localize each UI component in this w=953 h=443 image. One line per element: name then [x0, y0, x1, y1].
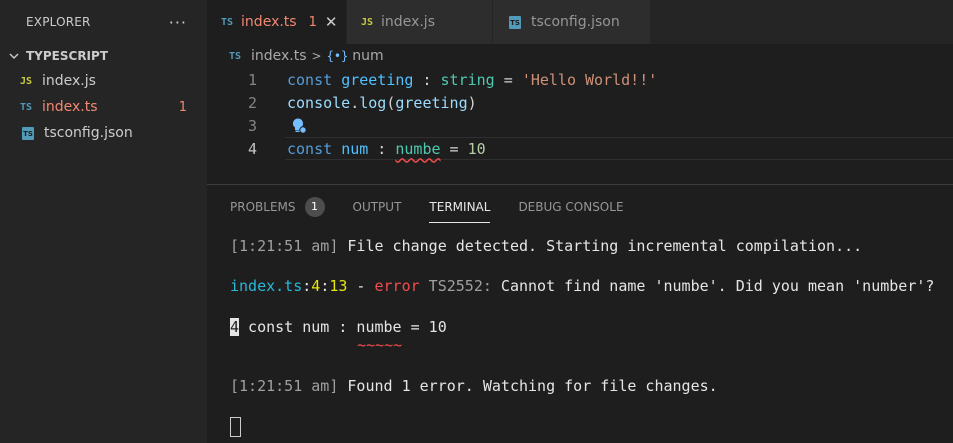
close-icon[interactable]: ✕ — [325, 13, 338, 31]
problems-count-badge: 1 — [304, 197, 325, 217]
tab-label: index.js — [381, 14, 435, 30]
line-number: 1 — [247, 70, 257, 89]
bottom-panel: PROBLEMS 1 OUTPUT TERMINAL DEBUG CONSOLE… — [207, 184, 953, 443]
tab-tsconfig[interactable]: TS tsconfig.json — [493, 0, 651, 44]
line-number: 3 — [247, 116, 257, 135]
tab-label: tsconfig.json — [531, 14, 620, 30]
line-number: 4 — [247, 139, 257, 158]
chevron-down-icon — [9, 53, 19, 59]
tsconfig-file-icon: TS — [22, 126, 34, 140]
typescript-file-icon: TS — [221, 16, 234, 28]
code-line-current: 4 const num : numbe = 10 — [207, 137, 953, 160]
error-squiggle: numbe — [395, 139, 441, 158]
code-line: 3 — [207, 114, 953, 137]
terminal-line: 4 const num : numbe = 10 — [230, 318, 447, 336]
breadcrumb-file[interactable]: index.ts — [251, 48, 307, 64]
file-item-index-js[interactable]: JS index.js — [0, 68, 207, 94]
file-item-index-ts[interactable]: TS index.ts 1 — [0, 94, 207, 120]
lightbulb-icon[interactable] — [290, 117, 308, 135]
file-item-tsconfig[interactable]: TS tsconfig.json — [0, 120, 207, 146]
tsconfig-file-icon: TS — [509, 15, 521, 29]
vscode-window: EXPLORER ··· TYPESCRIPT JS index.js TS i… — [0, 0, 953, 443]
code-text: console.log(greeting) — [287, 93, 477, 112]
terminal-line: [1:21:51 am] File change detected. Start… — [230, 237, 863, 255]
folder-label: TYPESCRIPT — [26, 49, 109, 63]
explorer-sidebar: EXPLORER ··· TYPESCRIPT JS index.js TS i… — [0, 0, 207, 443]
typescript-file-icon: TS — [229, 50, 242, 62]
terminal-cursor — [230, 417, 241, 437]
tab-terminal[interactable]: TERMINAL — [429, 185, 491, 229]
tab-label: TERMINAL — [429, 200, 491, 214]
file-name: index.ts — [42, 99, 98, 115]
code-line: 2 console.log(greeting) — [207, 91, 953, 114]
tab-label: PROBLEMS — [230, 200, 296, 214]
code-editor[interactable]: 1 const greeting : string = 'Hello World… — [207, 68, 953, 160]
variable-symbol-icon: {•} — [326, 49, 349, 63]
terminal-line: index.ts:4:13 - error TS2552: Cannot fin… — [230, 277, 935, 295]
tab-label: DEBUG CONSOLE — [518, 200, 624, 214]
code-text: const greeting : string = 'Hello World!!… — [287, 70, 658, 89]
tab-label: index.ts — [241, 14, 297, 30]
editor-area: TS index.ts 1 ✕ JS index.js TS tsconfig.… — [207, 0, 953, 443]
javascript-file-icon: JS — [361, 16, 374, 28]
editor-tabs: TS index.ts 1 ✕ JS index.js TS tsconfig.… — [207, 0, 953, 44]
terminal-line: [1:21:51 am] Found 1 error. Watching for… — [230, 377, 718, 395]
file-name: index.js — [42, 73, 96, 89]
tab-debug-console[interactable]: DEBUG CONSOLE — [518, 185, 623, 229]
code-line: 1 const greeting : string = 'Hello World… — [207, 68, 953, 91]
tab-problems[interactable]: PROBLEMS 1 — [230, 185, 325, 229]
tab-label: OUTPUT — [352, 200, 402, 214]
terminal-output[interactable]: [1:21:51 am] File change detected. Start… — [207, 229, 953, 437]
explorer-title: EXPLORER — [26, 15, 91, 29]
tab-output[interactable]: OUTPUT — [353, 185, 402, 229]
terminal-squiggle: ~~~~~ — [357, 336, 403, 354]
file-name: tsconfig.json — [44, 125, 133, 141]
breadcrumb-symbol[interactable]: num — [352, 48, 383, 64]
tab-index-js[interactable]: JS index.js — [347, 0, 493, 44]
folder-typescript[interactable]: TYPESCRIPT — [0, 44, 207, 68]
explorer-header: EXPLORER ··· — [0, 0, 207, 44]
problem-count-badge: 1 — [178, 99, 187, 115]
breadcrumb-separator: > — [311, 49, 322, 63]
code-text: const num : numbe = 10 — [287, 139, 486, 158]
panel-tabs: PROBLEMS 1 OUTPUT TERMINAL DEBUG CONSOLE — [207, 185, 953, 229]
javascript-file-icon: JS — [20, 75, 33, 87]
more-actions-icon[interactable]: ··· — [169, 13, 187, 32]
typescript-file-icon: TS — [20, 101, 33, 113]
tab-index-ts[interactable]: TS index.ts 1 ✕ — [207, 0, 347, 44]
line-number: 2 — [247, 93, 257, 112]
breadcrumb: TS index.ts > {•} num — [207, 44, 953, 68]
tab-problem-count: 1 — [308, 14, 317, 30]
